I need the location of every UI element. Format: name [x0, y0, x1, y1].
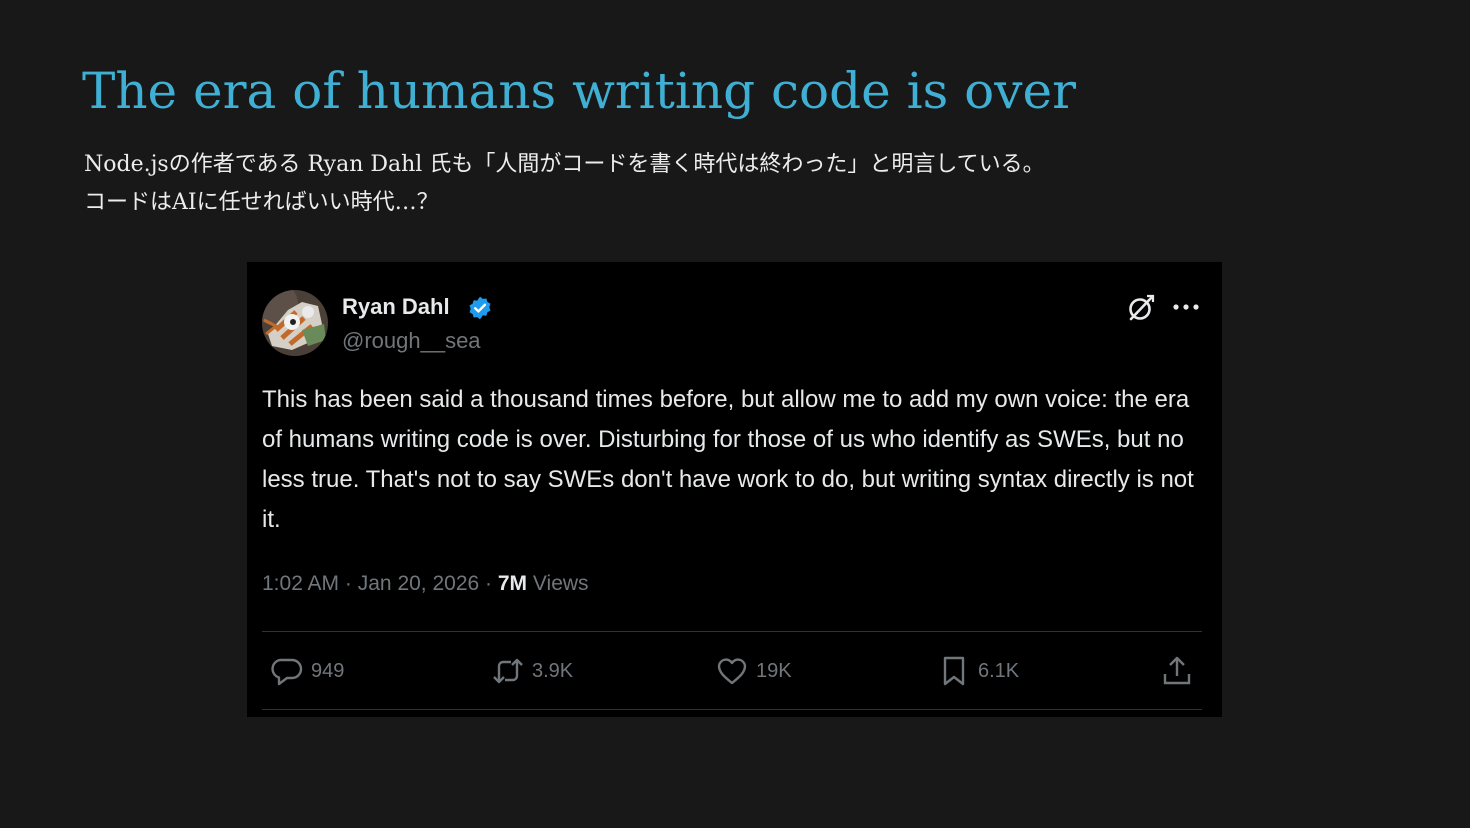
share-button[interactable] — [1160, 652, 1194, 690]
meta-separator: · — [344, 572, 352, 595]
bookmark-button[interactable]: 6.1K — [937, 652, 1019, 690]
views-count: 7M — [497, 572, 528, 595]
like-count: 19K — [756, 660, 792, 682]
author-handle[interactable]: @rough__sea — [342, 326, 481, 356]
reply-button[interactable]: 949 — [270, 652, 344, 690]
subtitle-line: Node.jsの作者である Ryan Dahl 氏も「人間がコードを書く時代は終… — [84, 152, 1045, 177]
views-label: Views — [532, 572, 589, 595]
heart-icon — [717, 658, 747, 685]
more-dots-icon[interactable] — [1171, 292, 1201, 324]
repost-count: 3.9K — [532, 660, 574, 682]
verified-badge-icon — [467, 295, 493, 321]
reply-icon — [271, 658, 303, 686]
subtitle-line: コードはAIに任せればいい時代…？ — [84, 190, 439, 215]
bookmark-count: 6.1K — [978, 660, 1020, 682]
tweet-card: Ryan Dahl @rough__sea This has been said… — [247, 262, 1222, 717]
divider — [262, 709, 1202, 710]
meta-separator: · — [485, 572, 493, 595]
share-icon — [1163, 656, 1191, 685]
tweet-time[interactable]: 1:02 AM — [262, 572, 339, 595]
tweet-text: This has been said a thousand times befo… — [262, 386, 1194, 533]
author-display-name[interactable]: Ryan Dahl — [342, 292, 450, 322]
reply-count: 949 — [311, 660, 345, 682]
repost-icon — [493, 658, 523, 684]
avatar[interactable] — [262, 290, 328, 356]
slide-subtitle: Node.jsの作者である Ryan Dahl 氏も「人間がコードを書く時代は終… — [84, 146, 1045, 222]
bookmark-icon — [943, 656, 965, 686]
slide-title: The era of humans writing code is over — [82, 62, 1076, 120]
repost-button[interactable]: 3.9K — [491, 652, 573, 690]
grok-icon[interactable] — [1125, 292, 1157, 324]
tweet-date[interactable]: Jan 20, 2026 — [358, 572, 479, 595]
divider — [262, 631, 1202, 632]
like-button[interactable]: 19K — [715, 652, 792, 690]
tweet-meta: 1:02 AM · Jan 20, 2026 · 7M Views — [262, 568, 589, 600]
